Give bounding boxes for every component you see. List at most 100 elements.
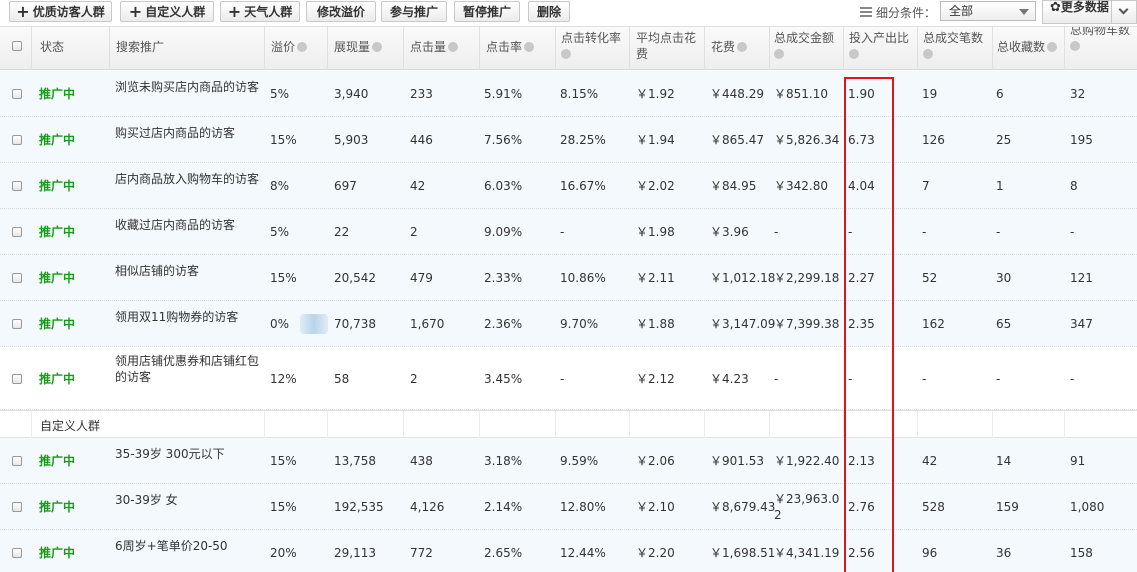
table-row[interactable]: 推广中 30-39岁 女 15% 192,535 4,126 2.14% 12.80% ￥2.… bbox=[0, 484, 1137, 530]
help-icon[interactable] bbox=[297, 42, 308, 52]
cell-favs: 6 bbox=[996, 87, 1004, 101]
help-icon[interactable] bbox=[561, 49, 571, 59]
header-ctr[interactable]: 点击率 bbox=[480, 27, 556, 70]
cell-cpc: ￥1.98 bbox=[636, 225, 675, 239]
cell-cvr: - bbox=[560, 372, 565, 386]
cell-ctr: 6.03% bbox=[484, 179, 523, 193]
cell-premium: 15% bbox=[270, 133, 297, 147]
cell-gmv: ￥23,963.02 bbox=[774, 492, 840, 522]
help-icon[interactable] bbox=[774, 49, 784, 59]
cell-orders: 96 bbox=[922, 546, 938, 560]
cell-cost: ￥4.23 bbox=[710, 372, 749, 386]
table-row[interactable]: 推广中 领用店铺优惠券和店铺红包的访客 12% 58 2 3.45% - ￥2.12 ￥4.23… bbox=[0, 347, 1137, 410]
pause-promotion-button[interactable]: 暂停推广 bbox=[454, 1, 520, 22]
table-row[interactable]: 推广中 领用双11购物券的访客 0% 70,738 1,670 2.36% 9.70% ￥1.… bbox=[0, 301, 1137, 347]
cell-orders: 126 bbox=[922, 133, 945, 147]
help-icon[interactable] bbox=[737, 42, 748, 52]
header-cvr[interactable]: 点击转化率 bbox=[556, 27, 630, 70]
select-all-checkbox[interactable] bbox=[12, 41, 22, 51]
help-icon[interactable] bbox=[448, 42, 459, 52]
cell-orders: 42 bbox=[922, 454, 938, 468]
add-weather-crowd-button[interactable]: + 天气人群 bbox=[220, 1, 300, 22]
cell-premium: 20% bbox=[270, 546, 297, 560]
help-icon[interactable] bbox=[1047, 42, 1058, 52]
table-row[interactable]: 推广中 浏览未购买店内商品的访客 5% 3,940 233 5.91% 8.15% ￥1.92… bbox=[0, 71, 1137, 117]
edit-premium-button[interactable]: 修改溢价 bbox=[306, 1, 376, 22]
cell-ctr: 5.91% bbox=[484, 87, 523, 101]
cell-carts: 158 bbox=[1070, 546, 1093, 560]
cell-orders: 7 bbox=[922, 179, 930, 193]
row-checkbox[interactable] bbox=[12, 548, 22, 558]
cell-cvr: 12.80% bbox=[560, 500, 606, 514]
cell-premium: 15% bbox=[270, 500, 297, 514]
header-cost[interactable]: 花费 bbox=[705, 27, 770, 70]
cell-impressions: 22 bbox=[334, 225, 350, 239]
row-checkbox[interactable] bbox=[12, 456, 22, 466]
cell-favs: - bbox=[996, 372, 1001, 386]
cell-cpc: ￥2.02 bbox=[636, 179, 675, 193]
crowd-name: 相似店铺的访客 bbox=[115, 264, 200, 278]
help-icon[interactable] bbox=[1070, 41, 1080, 51]
status-label: 推广中 bbox=[39, 546, 76, 560]
table-row[interactable]: 推广中 35-39岁 300元以下 15% 13,758 438 3.18% 9.59% ￥2… bbox=[0, 438, 1137, 484]
cell-cpc: ￥2.20 bbox=[636, 546, 675, 560]
group-row-custom: 自定义人群 bbox=[0, 410, 1137, 438]
cell-cpc: ￥1.94 bbox=[636, 133, 675, 147]
join-promotion-button[interactable]: 参与推广 bbox=[381, 1, 447, 22]
gear-icon: ✿ bbox=[1050, 0, 1061, 15]
header-clicks[interactable]: 点击量 bbox=[404, 27, 480, 70]
table-row[interactable]: 推广中 相似店铺的访客 15% 20,542 479 2.33% 10.86% ￥2.11 ￥1… bbox=[0, 255, 1137, 301]
row-checkbox[interactable] bbox=[12, 319, 22, 329]
cell-clicks: 1,670 bbox=[410, 317, 445, 331]
add-quality-visitor-button[interactable]: + 优质访客人群 bbox=[9, 1, 112, 22]
add-custom-crowd-button[interactable]: + 自定义人群 bbox=[120, 1, 214, 22]
status-label: 推广中 bbox=[39, 133, 76, 147]
cell-impressions: 697 bbox=[334, 179, 357, 193]
delete-button[interactable]: 删除 bbox=[528, 1, 570, 22]
header-orders[interactable]: 总成交笔数 bbox=[918, 27, 993, 70]
filter-select[interactable]: 全部 bbox=[940, 1, 1036, 21]
cell-gmv: - bbox=[774, 372, 779, 386]
crowd-name: 领用店铺优惠券和店铺红包的访客 bbox=[115, 354, 260, 384]
help-icon[interactable] bbox=[372, 42, 383, 52]
cell-ctr: 2.36% bbox=[484, 317, 523, 331]
cell-carts: 32 bbox=[1070, 87, 1086, 101]
cell-favs: 14 bbox=[996, 454, 1012, 468]
cell-cost: ￥448.29 bbox=[710, 87, 764, 101]
cell-cost: ￥84.95 bbox=[710, 179, 757, 193]
cell-gmv: ￥4,341.19 bbox=[774, 546, 840, 560]
row-checkbox[interactable] bbox=[12, 181, 22, 191]
cell-cpc: ￥2.06 bbox=[636, 454, 675, 468]
cell-cvr: 9.70% bbox=[560, 317, 599, 331]
cell-cost: ￥865.47 bbox=[710, 133, 764, 147]
cell-cvr: 10.86% bbox=[560, 271, 606, 285]
header-cpc[interactable]: 平均点击花费 bbox=[630, 27, 705, 70]
header-gmv[interactable]: 总成交金额 bbox=[770, 27, 844, 70]
row-checkbox[interactable] bbox=[12, 273, 22, 283]
more-data-dropdown[interactable] bbox=[1111, 0, 1137, 24]
row-checkbox[interactable] bbox=[12, 374, 22, 384]
help-icon[interactable] bbox=[923, 49, 933, 59]
more-data-button[interactable]: ✿更多数据 bbox=[1042, 0, 1112, 24]
row-checkbox[interactable] bbox=[12, 135, 22, 145]
status-label: 推广中 bbox=[39, 500, 76, 514]
table-row[interactable]: 推广中 6周岁+笔单价20-50 20% 29,113 772 2.65% 12.44% ￥2… bbox=[0, 530, 1137, 572]
table-row[interactable]: 推广中 购买过店内商品的访客 15% 5,903 446 7.56% 28.25% ￥1.94… bbox=[0, 117, 1137, 163]
cell-cpc: ￥2.12 bbox=[636, 372, 675, 386]
header-carts[interactable]: 总购物车数 bbox=[1065, 27, 1137, 70]
row-checkbox[interactable] bbox=[12, 227, 22, 237]
cell-gmv: ￥342.80 bbox=[774, 179, 828, 193]
header-impressions[interactable]: 展现量 bbox=[328, 27, 404, 70]
crowd-name: 35-39岁 300元以下 bbox=[115, 447, 225, 461]
help-icon[interactable] bbox=[524, 42, 535, 52]
help-icon[interactable] bbox=[849, 49, 859, 59]
row-checkbox[interactable] bbox=[12, 89, 22, 99]
row-checkbox[interactable] bbox=[12, 502, 22, 512]
table-row[interactable]: 推广中 店内商品放入购物车的访客 8% 697 42 6.03% 16.67% ￥2.02 ￥8… bbox=[0, 163, 1137, 209]
toolbar: + 优质访客人群 + 自定义人群 + 天气人群 修改溢价 参与推广 暂停推广 删除 细… bbox=[0, 0, 1137, 24]
header-premium[interactable]: 溢价 bbox=[265, 27, 328, 70]
table-row[interactable]: 推广中 收藏过店内商品的访客 5% 22 2 9.09% - ￥1.98 ￥3.96- - - - - bbox=[0, 209, 1137, 255]
header-favs[interactable]: 总收藏数 bbox=[993, 27, 1065, 70]
cell-cpc: ￥2.11 bbox=[636, 271, 675, 285]
header-roi[interactable]: 投入产出比 bbox=[844, 27, 918, 70]
